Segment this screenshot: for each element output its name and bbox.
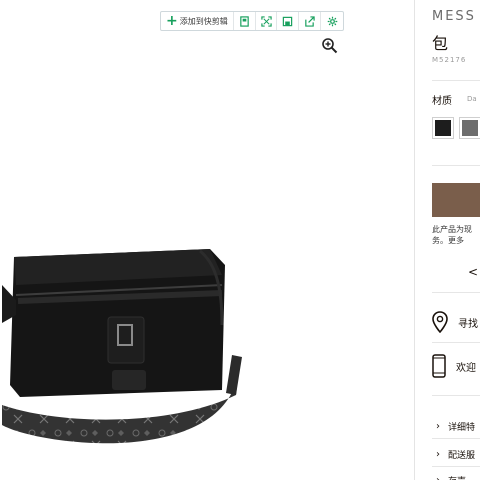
note-line-1: 此产品为现 <box>432 225 472 234</box>
bookmark-button[interactable] <box>234 12 256 30</box>
messenger-bag-image <box>2 249 242 444</box>
product-subtitle: 包 <box>432 34 449 53</box>
product-info-panel: MESS 包 M52176 材质 Da 此产品为现 务。更多 < 寻找 欢迎 ›… <box>415 0 480 480</box>
swatch-black-fill <box>435 120 451 136</box>
delivery-link[interactable]: › 配送服 <box>432 448 475 461</box>
share-icon <box>305 15 315 27</box>
settings-button[interactable] <box>321 12 343 30</box>
add-to-clip-label: 添加到快剪辑 <box>179 16 228 26</box>
chevron-right-icon: › <box>436 475 440 480</box>
plus-icon: + <box>166 13 178 29</box>
divider <box>432 395 480 396</box>
chevron-right-icon: › <box>436 449 440 460</box>
contact-row[interactable]: 欢迎 <box>432 354 480 378</box>
product-sku: M52176 <box>432 56 467 64</box>
details-link[interactable]: › 详细特 <box>432 420 475 433</box>
divider <box>432 165 480 166</box>
find-store-row[interactable]: 寻找 <box>432 310 480 334</box>
share-chevron-icon[interactable]: < <box>468 265 478 279</box>
save-button[interactable] <box>277 12 300 30</box>
divider <box>432 342 480 343</box>
find-store-label: 寻找 <box>458 318 478 330</box>
save-icon <box>283 16 293 26</box>
fullscreen-button[interactable] <box>256 12 278 30</box>
divider <box>432 438 480 439</box>
product-title: MESS <box>432 9 476 24</box>
care-link[interactable]: › 存声 <box>432 474 466 480</box>
delivery-link-label: 配送服 <box>448 451 476 461</box>
share-button[interactable] <box>299 12 322 30</box>
zoom-in-icon[interactable] <box>321 37 338 54</box>
swatch-grey-fill <box>462 120 478 136</box>
note-line-2: 务。更多 <box>432 236 464 245</box>
care-link-label: 存声 <box>448 474 466 480</box>
phone-icon <box>432 354 446 378</box>
add-to-clip-button[interactable]: + 添加到快剪辑 <box>161 12 234 30</box>
settings-icon <box>327 16 337 26</box>
material-label: 材质 <box>432 96 452 107</box>
chevron-right-icon: › <box>436 421 440 432</box>
add-to-bag-button[interactable] <box>432 183 480 217</box>
swatch-black[interactable] <box>432 117 454 139</box>
divider <box>432 466 480 467</box>
product-note: 此产品为现 务。更多 <box>432 224 472 246</box>
contact-label: 欢迎 <box>456 362 476 374</box>
swatch-grey[interactable] <box>459 117 480 139</box>
bookmark-icon <box>239 15 249 27</box>
details-link-label: 详细特 <box>448 423 476 433</box>
product-image-area: + 添加到快剪辑 <box>0 0 414 480</box>
location-pin-icon <box>432 311 448 333</box>
fullscreen-icon <box>260 15 272 27</box>
material-value: Da <box>467 95 477 103</box>
clip-toolbar: + 添加到快剪辑 <box>160 11 344 31</box>
divider <box>432 80 480 81</box>
divider <box>432 292 480 293</box>
